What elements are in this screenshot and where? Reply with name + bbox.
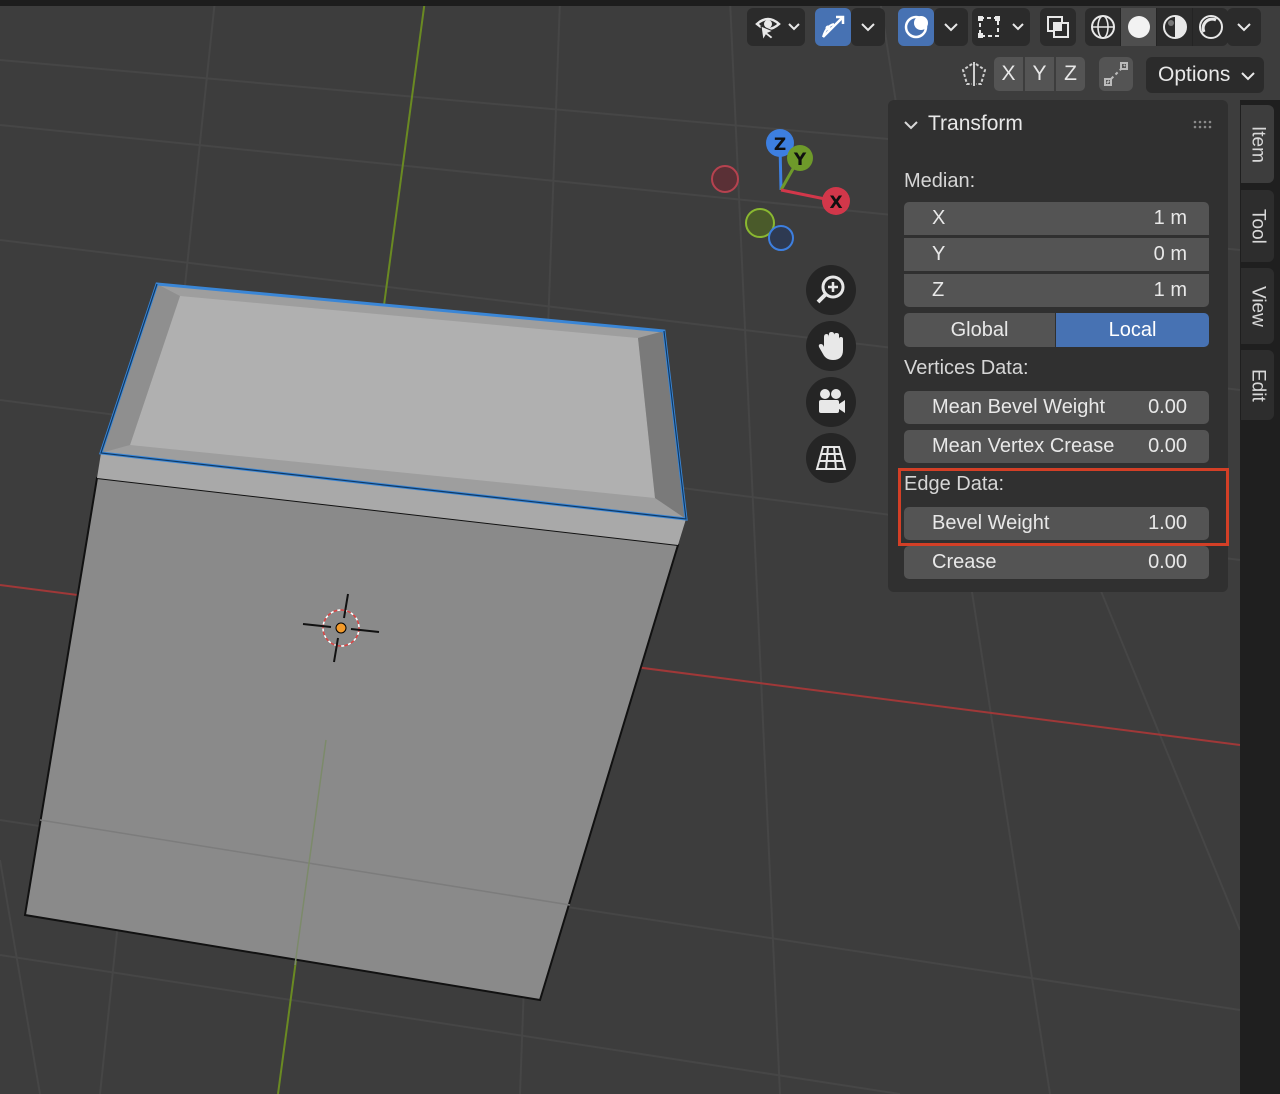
overlays-dropdown-button[interactable] [934,8,968,46]
solid-shading-button[interactable] [1121,8,1157,46]
field-name: X [932,207,946,229]
field-value: 0.00 [1148,396,1187,418]
local-toggle[interactable]: Local [1056,313,1209,347]
chevron-down-icon[interactable] [903,119,919,131]
material-sphere-icon [1162,15,1187,39]
camera-view-button[interactable] [806,377,856,427]
median-label: Median: [904,170,976,192]
mean-vertex-crease-field[interactable]: Mean Vertex Crease 0.00 [904,430,1209,463]
gizmo-x-label: X [829,193,842,213]
median-z-field[interactable]: Z 1 m [904,274,1209,307]
chevron-down-icon [1237,23,1251,32]
visibility-button[interactable] [747,8,805,46]
grid-icon [815,446,847,470]
xray-icon [1047,16,1069,38]
mirror-icon [961,62,987,86]
edge-data-highlight-box [898,468,1229,546]
field-value: 0.00 [1148,435,1187,457]
tab-item[interactable]: Item [1241,105,1274,183]
xray-toggle-button[interactable] [1040,8,1076,46]
field-name: Mean Bevel Weight [932,396,1106,418]
chevron-down-icon [1241,72,1255,81]
mesh-select-icon [978,16,1024,38]
rendered-sphere-icon [1198,15,1223,39]
tab-edit[interactable]: Edit [1241,350,1274,420]
gizmo-icon [822,15,845,38]
pan-button[interactable] [806,321,856,371]
field-value: 0.00 [1148,551,1187,573]
gizmo-z-label: Z [774,135,786,155]
field-name: Y [932,243,946,265]
overlays-icon [904,15,928,39]
field-name: Crease [932,551,997,573]
field-name: Z [932,279,945,301]
material-preview-button[interactable] [1157,8,1193,46]
hand-icon [818,332,843,360]
overlays-toggle-button[interactable] [898,8,934,46]
zoom-button[interactable] [806,265,856,315]
perspective-toggle-button[interactable] [806,433,856,483]
gizmo-toggle-button[interactable] [815,8,851,46]
chevron-down-icon [861,23,875,32]
topology-mirror-icon [1104,62,1128,86]
topology-mirror-button[interactable] [1099,57,1133,91]
panel-title[interactable]: Transform [928,112,1023,136]
field-value: 0 m [1153,243,1187,265]
shading-mode-group [1085,8,1228,46]
camera-icon [819,389,845,413]
options-label: Options [1158,63,1231,86]
wireframe-shading-button[interactable] [1085,8,1121,46]
field-value: 1 m [1153,207,1187,229]
mirror-y-toggle[interactable]: Y [1025,57,1054,91]
median-x-field[interactable]: X 1 m [904,202,1209,235]
eye-cursor-icon [755,17,800,42]
mean-bevel-weight-field[interactable]: Mean Bevel Weight 0.00 [904,391,1209,424]
field-value: 1 m [1153,279,1187,301]
chevron-down-icon [944,23,958,32]
gizmo-dropdown-button[interactable] [851,8,885,46]
mirror-z-toggle[interactable]: Z [1056,57,1085,91]
tab-tool[interactable]: Tool [1241,190,1274,262]
options-dropdown[interactable]: Options [1146,57,1264,93]
mirror-x-toggle[interactable]: X [994,57,1023,91]
solid-sphere-icon [1127,16,1150,38]
vertices-data-label: Vertices Data: [904,357,1029,379]
field-name: Mean Vertex Crease [932,435,1115,457]
mirror-options-button[interactable] [956,57,992,91]
drag-handle-icon[interactable] [1193,120,1215,130]
median-y-field[interactable]: Y 0 m [904,238,1209,271]
crease-field[interactable]: Crease 0.00 [904,546,1209,579]
shading-dropdown-button[interactable] [1227,8,1261,46]
tab-view[interactable]: View [1241,268,1274,344]
mesh-edit-overlays-button[interactable] [972,8,1030,46]
zoom-icon [816,275,845,304]
rendered-shading-button[interactable] [1193,8,1228,46]
wireframe-sphere-icon [1090,15,1115,39]
global-toggle[interactable]: Global [904,313,1055,347]
editor-top-border [0,0,1280,6]
gizmo-y-label: Y [793,150,807,170]
